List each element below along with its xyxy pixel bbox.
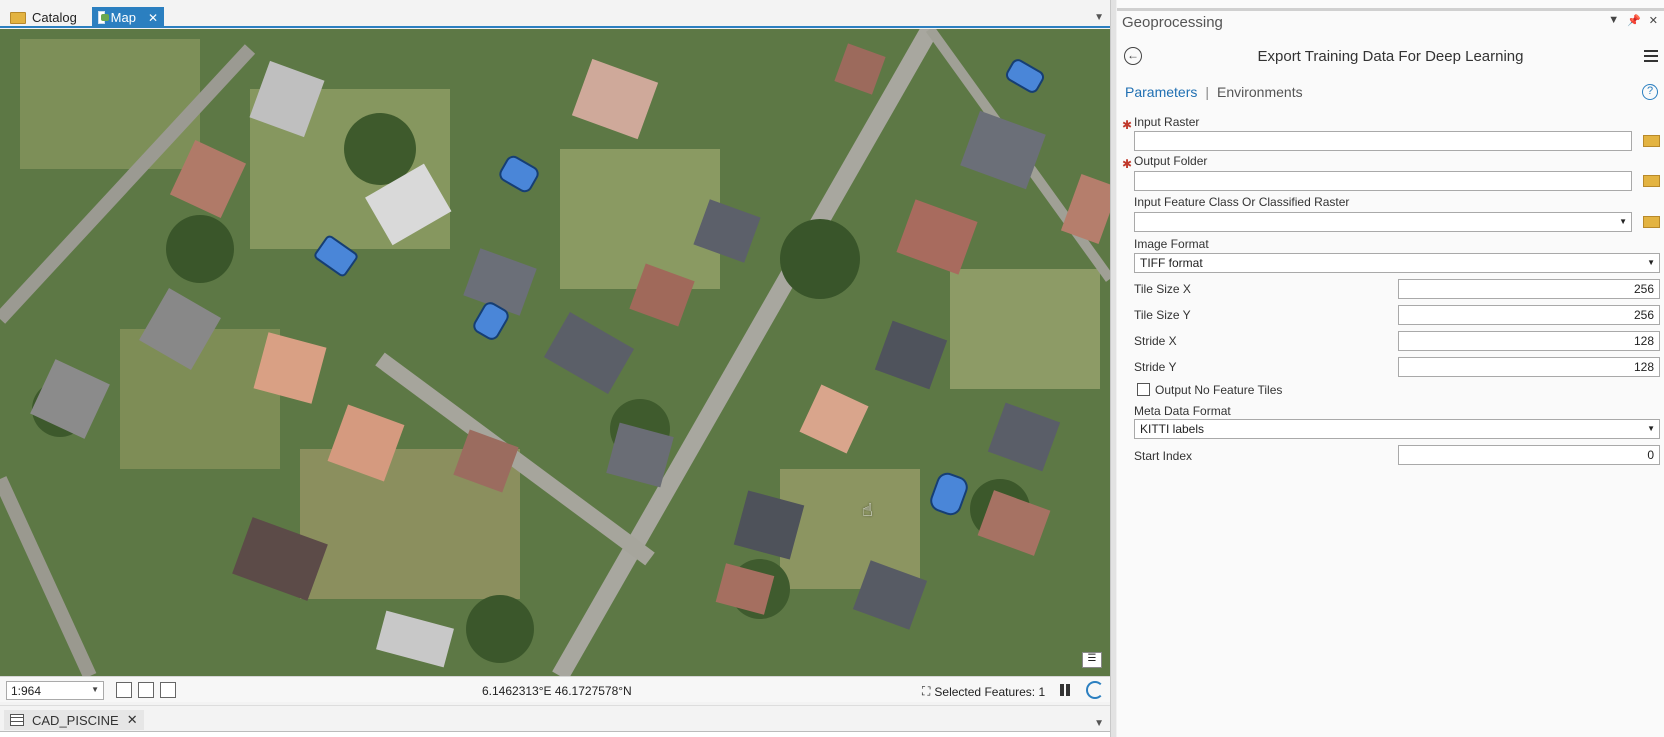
tab-map-label: Map	[110, 10, 136, 25]
tab-environments[interactable]: Environments	[1217, 84, 1303, 100]
chevron-down-icon: ▼	[91, 685, 99, 694]
tab-attribute-table[interactable]: CAD_PISCINE ✕	[4, 710, 144, 730]
meta-format-label: Meta Data Format	[1134, 404, 1231, 418]
pane-controls: ▼ 📌 ✕	[1608, 14, 1658, 27]
close-icon[interactable]: ✕	[1649, 14, 1658, 27]
tile-size-y-label: Tile Size Y	[1134, 308, 1191, 322]
menu-icon[interactable]	[1644, 50, 1658, 62]
tile-size-y-field[interactable]: 256	[1398, 305, 1660, 325]
table-area	[0, 731, 1110, 737]
tile-size-x-label: Tile Size X	[1134, 282, 1191, 296]
chevron-down-icon[interactable]: ▼	[1608, 14, 1619, 27]
tab-separator: |	[1205, 84, 1209, 100]
input-feature-select[interactable]: ▼	[1134, 212, 1632, 232]
pin-icon[interactable]: 📌	[1627, 14, 1641, 27]
tab-catalog[interactable]: Catalog	[4, 7, 83, 28]
tool-header: ← Export Training Data For Deep Learning	[1117, 44, 1664, 70]
start-index-field[interactable]: 0	[1398, 445, 1660, 465]
pause-icon[interactable]	[1058, 683, 1072, 697]
output-no-feature-checkbox[interactable]	[1137, 383, 1150, 396]
tab-attribute-table-label: CAD_PISCINE	[32, 712, 119, 728]
refresh-icon[interactable]	[1086, 681, 1104, 699]
start-index-label: Start Index	[1134, 449, 1193, 463]
help-icon[interactable]: ?	[1642, 84, 1658, 100]
attribute-table-tabbar: CAD_PISCINE ✕ ▼	[0, 705, 1110, 737]
table-view-icon[interactable]	[160, 682, 176, 698]
selection-icon: ⛶	[922, 684, 931, 698]
close-icon[interactable]: ✕	[148, 11, 158, 25]
status-bar: 1:964 ▼ 6.1462313°E 46.1727578°N ⛶ Selec…	[0, 676, 1110, 702]
output-no-feature-label: Output No Feature Tiles	[1155, 383, 1283, 397]
coordinate-readout: 6.1462313°E 46.1727578°N	[482, 684, 632, 698]
grid-snap-icon[interactable]	[116, 682, 132, 698]
pane-title: Geoprocessing	[1122, 14, 1223, 31]
input-raster-field[interactable]	[1134, 131, 1632, 151]
aerial-imagery	[0, 29, 1110, 676]
selected-features-label: Selected Features: 1	[934, 684, 1046, 699]
required-marker: ✱	[1122, 118, 1133, 132]
folder-icon	[10, 11, 26, 24]
chevron-down-icon: ▼	[1647, 258, 1655, 267]
tab-map[interactable]: Map ✕	[92, 7, 164, 28]
scale-value: 1:964	[11, 684, 42, 698]
output-folder-label: Output Folder	[1134, 154, 1208, 168]
tab-parameters[interactable]: Parameters	[1125, 84, 1197, 100]
tool-tabs: Parameters | Environments	[1125, 84, 1303, 100]
map-canvas[interactable]: ☝ ☰	[0, 29, 1110, 676]
chevron-down-icon: ▼	[1647, 424, 1655, 433]
meta-format-value: KITTI labels	[1140, 422, 1205, 436]
image-format-label: Image Format	[1134, 237, 1209, 251]
folder-icon[interactable]	[1643, 175, 1660, 187]
stride-x-label: Stride X	[1134, 334, 1177, 348]
input-raster-label: Input Raster	[1134, 115, 1200, 129]
table-icon	[10, 714, 24, 726]
geoprocessing-pane: Geoprocessing ▼ 📌 ✕ ← Export Training Da…	[1117, 0, 1664, 737]
scale-select[interactable]: 1:964 ▼	[6, 681, 104, 700]
stride-y-label: Stride Y	[1134, 360, 1177, 374]
required-marker: ✱	[1122, 157, 1133, 171]
chevron-down-icon[interactable]: ▼	[1094, 718, 1104, 729]
stride-y-field[interactable]: 128	[1398, 357, 1660, 377]
notification-icon[interactable]: ☰	[1082, 652, 1102, 668]
stride-x-field[interactable]: 128	[1398, 331, 1660, 351]
selected-features[interactable]: ⛶ Selected Features: 1	[922, 684, 1045, 699]
view-tabbar: Catalog Map ✕ ▼	[0, 0, 1110, 28]
arcgis-pro-window: Catalog Map ✕ ▼ ☝ ☰ 1:964 ▼ 6.1462313°E …	[0, 0, 1664, 737]
tile-size-x-field[interactable]: 256	[1398, 279, 1660, 299]
chevron-down-icon: ▼	[1619, 217, 1627, 226]
tab-catalog-label: Catalog	[32, 10, 77, 25]
folder-icon[interactable]	[1643, 135, 1660, 147]
close-icon[interactable]: ✕	[127, 712, 138, 728]
map-icon	[98, 11, 109, 24]
image-format-value: TIFF format	[1140, 256, 1203, 270]
tool-title: Export Training Data For Deep Learning	[1257, 48, 1524, 65]
input-feature-label: Input Feature Class Or Classified Raster	[1134, 195, 1350, 209]
folder-icon[interactable]	[1643, 216, 1660, 228]
pane-header: Geoprocessing ▼ 📌 ✕	[1117, 8, 1664, 31]
chevron-down-icon[interactable]: ▼	[1094, 12, 1104, 23]
constraint-icon[interactable]	[138, 682, 154, 698]
image-format-select[interactable]: TIFF format ▼	[1134, 253, 1660, 273]
hand-cursor-icon: ☝	[862, 500, 873, 520]
output-folder-field[interactable]	[1134, 171, 1632, 191]
pane-splitter[interactable]	[1110, 0, 1116, 737]
meta-format-select[interactable]: KITTI labels ▼	[1134, 419, 1660, 439]
map-pane: Catalog Map ✕ ▼ ☝ ☰ 1:964 ▼ 6.1462313°E …	[0, 0, 1110, 737]
